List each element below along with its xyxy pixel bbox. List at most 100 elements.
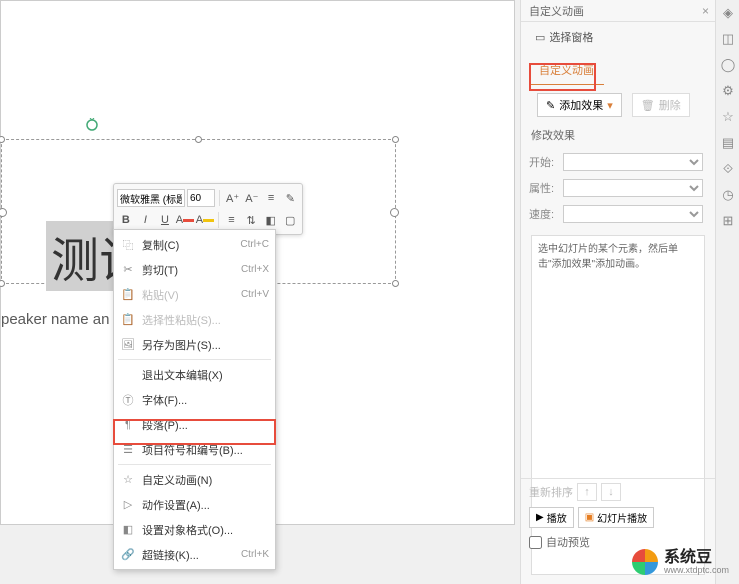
menu-item-font[interactable]: Ⓣ 字体(F)... <box>114 387 275 412</box>
menu-label: 选择性粘贴(S)... <box>142 312 269 328</box>
menu-item-item[interactable]: 退出文本编辑(X) <box>114 362 275 387</box>
menu-label: 剪切(T) <box>142 262 241 278</box>
close-icon[interactable]: × <box>702 4 709 18</box>
slideshow-button[interactable]: ▣幻灯片播放 <box>578 507 654 528</box>
slide-subtitle-text[interactable]: peaker name an <box>1 311 109 328</box>
menu-label: 超链接(K)... <box>142 547 241 563</box>
pencil-icon: ✎ <box>546 99 555 112</box>
bullets-icon[interactable]: ≡ <box>262 189 279 207</box>
animation-icon: ☆ <box>120 472 136 488</box>
menu-item-format[interactable]: ◧ 设置对象格式(O)... <box>114 517 275 542</box>
italic-button[interactable]: I <box>137 211 155 229</box>
menu-item-animation[interactable]: ☆自定义动画(N) <box>114 467 275 492</box>
watermark-logo-icon <box>632 549 658 575</box>
format-painter-icon[interactable]: ✎ <box>282 189 299 207</box>
menu-label: 另存为图片(S)... <box>142 337 269 353</box>
animation-side-panel: 自定义动画 × ▭ 选择窗格 自定义动画 ✎ 添加效果 ▾ 🗑 删除 修改效果 … <box>520 0 715 584</box>
font-icon: Ⓣ <box>120 392 136 408</box>
watermark-title: 系统豆 <box>664 549 729 567</box>
slideshow-icon: ▣ <box>585 512 594 523</box>
delete-effect-button: 🗑 删除 <box>632 93 690 117</box>
menu-item-paragraph[interactable]: ¶ 段落(P)... <box>114 412 275 437</box>
gear-icon[interactable]: ⚙ <box>716 78 739 104</box>
menu-label: 设置对象格式(O)... <box>142 522 269 538</box>
line-spacing-button[interactable]: ⇅ <box>242 211 260 229</box>
modify-effect-label: 修改效果 <box>521 121 715 149</box>
ruler-icon[interactable]: ⟐ <box>716 156 739 182</box>
menu-label: 段落(P)... <box>142 417 269 433</box>
menu-item-link[interactable]: 🔗 超链接(K)...Ctrl+K <box>114 542 275 567</box>
property-label: 属性: <box>529 180 557 196</box>
menu-label: 复制(C) <box>142 237 240 253</box>
panel-footer: 重新排序 ↑ ↓ ▶播放 ▣幻灯片播放 自动预览 <box>521 478 715 554</box>
menu-item-action[interactable]: ▷动作设置(A)... <box>114 492 275 517</box>
rotation-handle-icon[interactable] <box>85 118 99 132</box>
shape-outline-button[interactable]: ▢ <box>281 211 299 229</box>
menu-label: 退出文本编辑(X) <box>142 367 269 383</box>
move-down-button: ↓ <box>601 483 621 501</box>
play-icon: ▶ <box>536 512 544 523</box>
menu-label: 字体(F)... <box>142 392 269 408</box>
bold-button[interactable]: B <box>117 211 135 229</box>
move-up-button: ↑ <box>577 483 597 501</box>
resize-handle[interactable] <box>195 136 202 143</box>
menu-shortcut: Ctrl+K <box>241 549 269 560</box>
diamond-icon[interactable]: ◈ <box>716 0 739 26</box>
resize-handle[interactable] <box>392 280 399 287</box>
link-icon: 🔗 <box>120 547 136 563</box>
context-menu: ⿻复制(C)Ctrl+C ✂ 剪切(T)Ctrl+X 📋 粘贴(V)Ctrl+V 📋 选择性… <box>113 229 276 570</box>
resize-handle[interactable] <box>392 136 399 143</box>
watermark-url: www.xtdptc.com <box>664 566 729 576</box>
resize-handle[interactable] <box>0 280 5 287</box>
paragraph-icon: ¶ <box>120 417 136 433</box>
section-title: 自定义动画 <box>529 56 604 85</box>
add-effect-button[interactable]: ✎ 添加效果 ▾ <box>537 93 622 117</box>
save-image-icon: 🖼 <box>120 337 136 353</box>
paste-special-icon: 📋 <box>120 312 136 328</box>
start-label: 开始: <box>529 154 557 170</box>
menu-shortcut: Ctrl+V <box>241 289 269 300</box>
panel-title: 自定义动画 <box>529 3 584 19</box>
menu-item-copy[interactable]: ⿻复制(C)Ctrl+C <box>114 232 275 257</box>
action-icon: ▷ <box>120 497 136 513</box>
font-color-button[interactable]: A <box>176 211 194 229</box>
property-select[interactable] <box>563 179 703 197</box>
circle-icon[interactable]: ◯ <box>716 52 739 78</box>
format-icon: ◧ <box>120 522 136 538</box>
cut-icon: ✂ <box>120 262 136 278</box>
clock-icon[interactable]: ◷ <box>716 182 739 208</box>
shape-fill-button[interactable]: ◧ <box>262 211 280 229</box>
paste-icon: 📋 <box>120 287 136 303</box>
highlight-color-button[interactable]: A <box>196 211 214 229</box>
grid-icon[interactable]: ⊞ <box>716 208 739 234</box>
decrease-font-button[interactable]: A⁻ <box>243 189 260 207</box>
bullets-icon: ☰ <box>120 442 136 458</box>
resize-handle[interactable] <box>0 136 5 143</box>
font-size-select[interactable] <box>187 189 215 207</box>
increase-font-button[interactable]: A⁺ <box>224 189 241 207</box>
font-name-select[interactable] <box>117 189 185 207</box>
align-button[interactable]: ≡ <box>223 211 241 229</box>
speed-label: 速度: <box>529 206 557 222</box>
mini-toolbar: A⁺ A⁻ ≡ ✎ B I U A A ≡ ⇅ ◧ ▢ <box>113 183 303 235</box>
menu-label: 项目符号和编号(B)... <box>142 442 269 458</box>
star-icon[interactable]: ☆ <box>716 104 739 130</box>
underline-button[interactable]: U <box>156 211 174 229</box>
menu-label: 粘贴(V) <box>142 287 241 303</box>
layers-icon[interactable]: ◫ <box>716 26 739 52</box>
menu-item-save-image[interactable]: 🖼 另存为图片(S)... <box>114 332 275 357</box>
blank-icon <box>120 367 136 383</box>
trash-icon: 🗑 <box>641 99 655 112</box>
play-button[interactable]: ▶播放 <box>529 507 574 528</box>
menu-item-cut[interactable]: ✂ 剪切(T)Ctrl+X <box>114 257 275 282</box>
menu-item-paste: 📋 粘贴(V)Ctrl+V <box>114 282 275 307</box>
menu-item-paste-special: 📋 选择性粘贴(S)... <box>114 307 275 332</box>
speed-select[interactable] <box>563 205 703 223</box>
menu-shortcut: Ctrl+X <box>241 264 269 275</box>
menu-item-bullets[interactable]: ☰ 项目符号和编号(B)... <box>114 437 275 462</box>
select-pane-button[interactable]: ▭ 选择窗格 <box>529 26 599 48</box>
start-select[interactable] <box>563 153 703 171</box>
stack-icon[interactable]: ▤ <box>716 130 739 156</box>
copy-icon: ⿻ <box>120 237 136 253</box>
watermark: 系统豆 www.xtdptc.com <box>632 549 729 576</box>
